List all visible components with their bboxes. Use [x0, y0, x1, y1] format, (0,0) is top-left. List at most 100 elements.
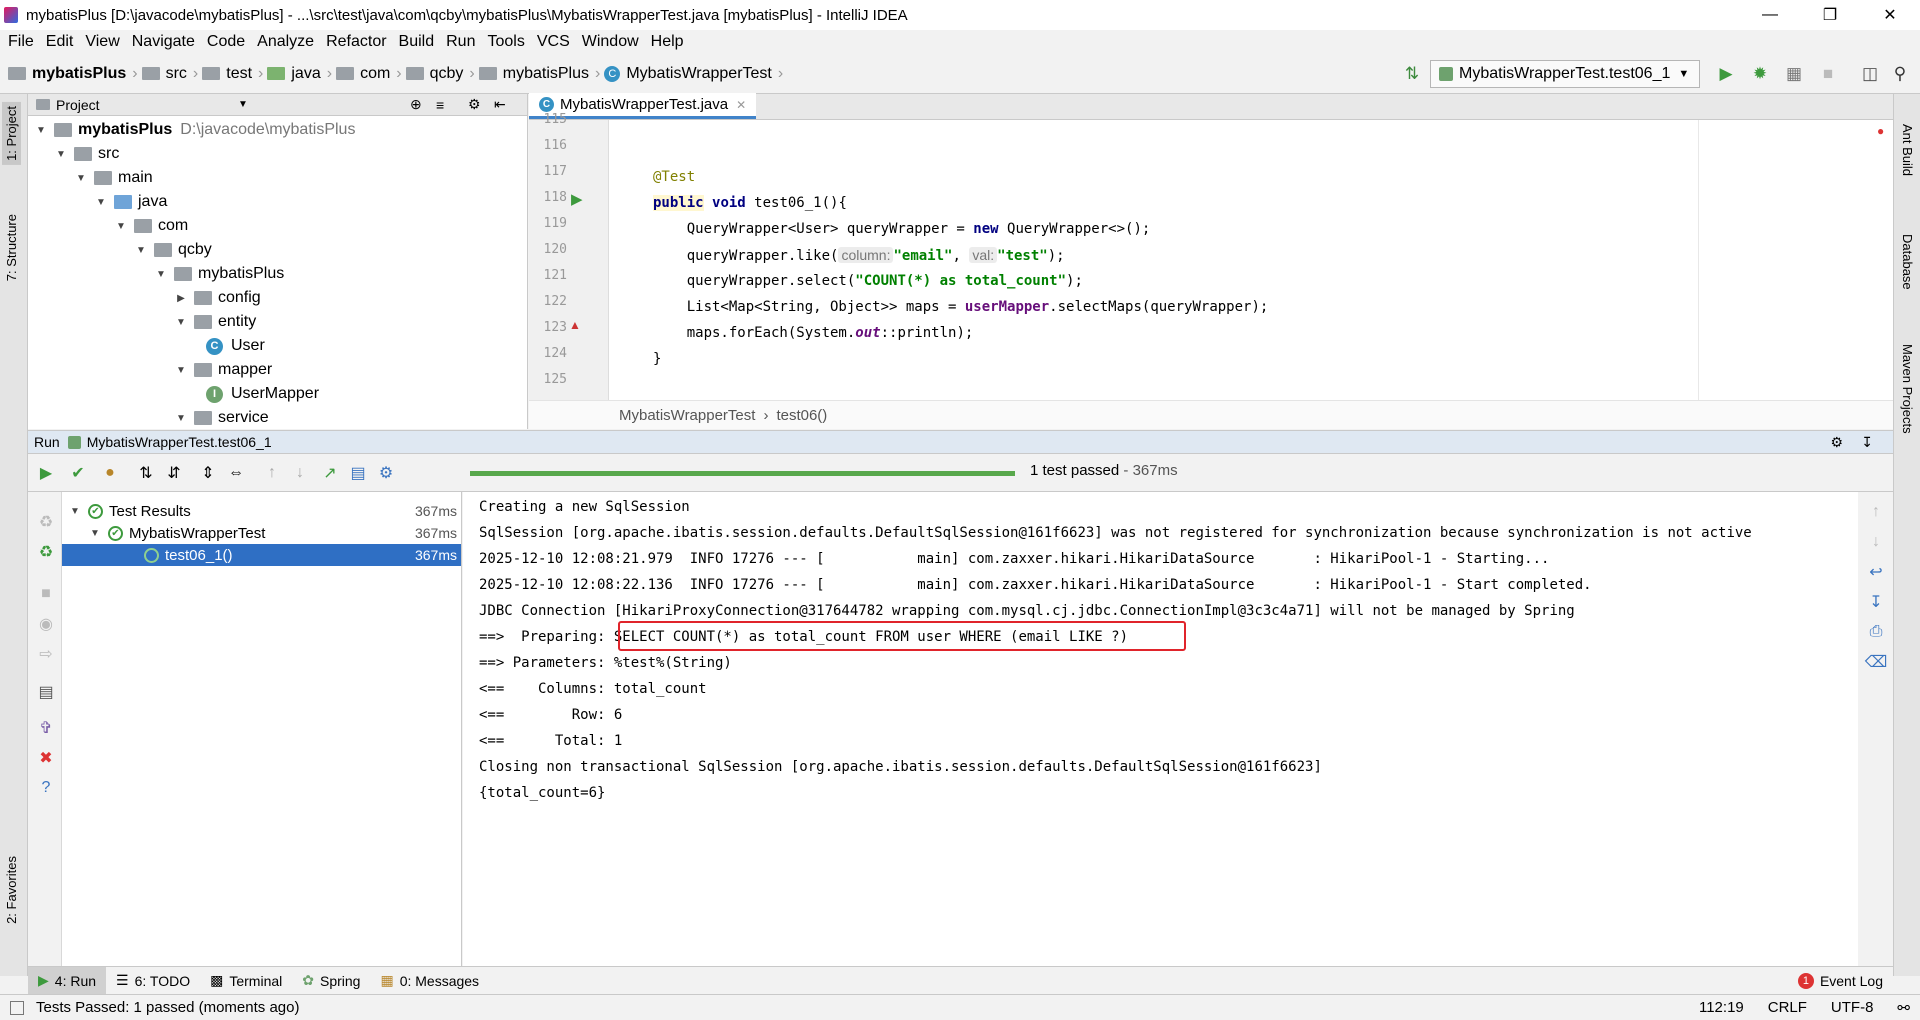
menu-code[interactable]: Code	[207, 33, 245, 51]
project-structure-icon[interactable]: ◫	[1860, 64, 1880, 84]
menu-help[interactable]: Help	[651, 33, 684, 51]
tree-row-qcby[interactable]: ▼ qcby	[134, 238, 212, 262]
crumb-java[interactable]: java ›	[267, 65, 332, 83]
locate-icon[interactable]: ⊕	[410, 96, 422, 113]
import-icon[interactable]: ▤	[348, 463, 368, 483]
menu-view[interactable]: View	[85, 33, 119, 51]
search-icon[interactable]: ⚲	[1890, 64, 1910, 84]
rerun-icon[interactable]: ▶	[36, 463, 56, 483]
tab-structure[interactable]: 7: Structure	[4, 214, 19, 281]
export-icon[interactable]: ↗	[320, 463, 340, 483]
camera-icon[interactable]: ◉	[36, 614, 56, 634]
show-passed-icon[interactable]: ✔	[68, 463, 88, 483]
exit-icon[interactable]: ⇨	[36, 644, 56, 664]
editor-crumb-class[interactable]: MybatisWrapperTest	[619, 407, 755, 424]
tree-row-service[interactable]: ▼ service	[174, 406, 269, 430]
crumb-mybatisplus[interactable]: mybatisPlus ›	[478, 65, 600, 83]
crumb-com[interactable]: com ›	[336, 65, 402, 83]
next-failed-icon[interactable]: ↓	[290, 463, 310, 483]
menu-tools[interactable]: Tools	[487, 33, 524, 51]
collapse-all-icon[interactable]: ⇔	[226, 463, 246, 483]
tree-row-root[interactable]: ▼ mybatisPlus D:\javacode\mybatisPlus	[34, 118, 355, 142]
debug-icon[interactable]: ✹	[1750, 64, 1770, 84]
menu-window[interactable]: Window	[582, 33, 639, 51]
sort-arrows-icon[interactable]: ⇅	[1402, 64, 1422, 84]
menu-analyze[interactable]: Analyze	[257, 33, 314, 51]
expand-all-icon[interactable]: ⇕	[198, 463, 218, 483]
rerun-failed-icon[interactable]: ♻	[36, 512, 56, 532]
stop-icon[interactable]: ■	[1818, 64, 1838, 84]
tree-row-user[interactable]: C User	[206, 334, 265, 358]
crumb-src[interactable]: src ›	[141, 65, 198, 83]
line-separator[interactable]: CRLF	[1768, 999, 1807, 1016]
tree-row-entity[interactable]: ▼ entity	[174, 310, 256, 334]
run-configuration-select[interactable]: MybatisWrapperTest.test06_1 ▼	[1430, 60, 1700, 88]
help-icon[interactable]: ?	[36, 778, 56, 798]
menu-build[interactable]: Build	[399, 33, 435, 51]
coverage-icon[interactable]: ▦	[1784, 64, 1804, 84]
scroll-down-icon[interactable]: ↓	[1866, 532, 1886, 552]
error-stripe-icon[interactable]: ●	[1877, 124, 1884, 138]
scroll-up-icon[interactable]: ↑	[1866, 502, 1886, 522]
run-tab-label[interactable]: MybatisWrapperTest.test06_1	[87, 434, 272, 450]
override-gutter-icon[interactable]: ▲	[569, 318, 581, 332]
menu-navigate[interactable]: Navigate	[132, 33, 195, 51]
tab-database[interactable]: Database	[1900, 234, 1915, 290]
tree-row-java[interactable]: ▼ java	[94, 190, 167, 214]
tab-maven-projects[interactable]: Maven Projects	[1900, 344, 1915, 434]
editor-crumb-method[interactable]: test06()	[776, 407, 827, 424]
caret-position[interactable]: 112:19	[1699, 999, 1744, 1016]
tab-favorites[interactable]: 2: Favorites	[4, 856, 19, 924]
trash-icon[interactable]: ⌫	[1865, 652, 1888, 672]
tab-project[interactable]: 1: Project	[2, 102, 21, 165]
print-icon[interactable]: ⎙	[1866, 622, 1886, 642]
close-icon[interactable]: ✖	[36, 748, 56, 768]
menu-file[interactable]: File	[8, 33, 34, 51]
tree-row-mapper[interactable]: ▼ mapper	[174, 358, 272, 382]
sort-duration-icon[interactable]: ⇵	[164, 463, 184, 483]
menu-vcs[interactable]: VCS	[537, 33, 570, 51]
soft-wrap-icon[interactable]: ↩	[1866, 562, 1886, 582]
tree-row-config[interactable]: ▶ config	[174, 286, 261, 310]
tab-terminal[interactable]: ▩ Terminal	[200, 967, 292, 995]
gear-icon[interactable]: ⚙	[376, 463, 396, 483]
close-button[interactable]: ✕	[1860, 0, 1920, 30]
tree-row-usermapper[interactable]: I UserMapper	[206, 382, 319, 406]
tree-row-mybatisplus[interactable]: ▼ mybatisPlus	[154, 262, 284, 286]
tree-row-com[interactable]: ▼ com	[114, 214, 188, 238]
file-encoding[interactable]: UTF-8	[1831, 999, 1874, 1016]
tool-windows-icon[interactable]	[10, 1000, 24, 1015]
hide-icon[interactable]: ⇤	[494, 96, 506, 113]
tab-ant-build[interactable]: Ant Build	[1900, 124, 1915, 176]
toggle-auto-test-icon[interactable]: ♻	[36, 542, 56, 562]
crumb-project[interactable]: mybatisPlus ›	[8, 65, 138, 83]
sort-alpha-icon[interactable]: ⇅	[136, 463, 156, 483]
tab-messages[interactable]: ▦ 0: Messages	[370, 967, 489, 995]
pin-icon[interactable]: ✞	[36, 718, 56, 738]
crumb-qcby[interactable]: qcby ›	[405, 65, 475, 83]
event-log-button[interactable]: 1 Event Log	[1788, 967, 1893, 995]
menu-refactor[interactable]: Refactor	[326, 33, 386, 51]
console-output[interactable]: Creating a new SqlSession SqlSession [or…	[463, 492, 1858, 976]
crumb-test[interactable]: test ›	[202, 65, 263, 83]
project-header-label[interactable]: Project	[56, 97, 100, 113]
tab-spring[interactable]: ✿ Spring	[292, 967, 370, 995]
tree-row-main[interactable]: ▼ main	[74, 166, 153, 190]
menu-run[interactable]: Run	[446, 33, 475, 51]
tab-run[interactable]: ▶ 4: Run	[28, 966, 107, 995]
layout-icon[interactable]: ▤	[36, 682, 56, 702]
tree-row-src[interactable]: ▼ src	[54, 142, 119, 166]
gear-icon[interactable]: ⚙	[468, 96, 481, 113]
show-ignored-icon[interactable]: ●	[100, 463, 120, 483]
test-row-class[interactable]: ▼ ✔ MybatisWrapperTest 367ms	[62, 522, 461, 544]
crumb-class[interactable]: C MybatisWrapperTest ›	[604, 65, 783, 83]
test-row-method[interactable]: test06_1() 367ms	[62, 544, 461, 566]
lock-icon[interactable]: ⚯	[1897, 999, 1910, 1017]
test-row-results[interactable]: ▼ ✔ Test Results 367ms	[62, 500, 461, 522]
hide-icon[interactable]: ↧	[1861, 434, 1873, 451]
tab-todo[interactable]: ☰ 6: TODO	[106, 967, 200, 995]
code-area[interactable]: @Test public void test06_1(){ QueryWrapp…	[609, 120, 1859, 400]
scroll-to-end-icon[interactable]: ↧	[1866, 592, 1886, 612]
gear-icon[interactable]: ⚙	[1830, 434, 1843, 451]
maximize-button[interactable]: ❐	[1800, 0, 1860, 30]
